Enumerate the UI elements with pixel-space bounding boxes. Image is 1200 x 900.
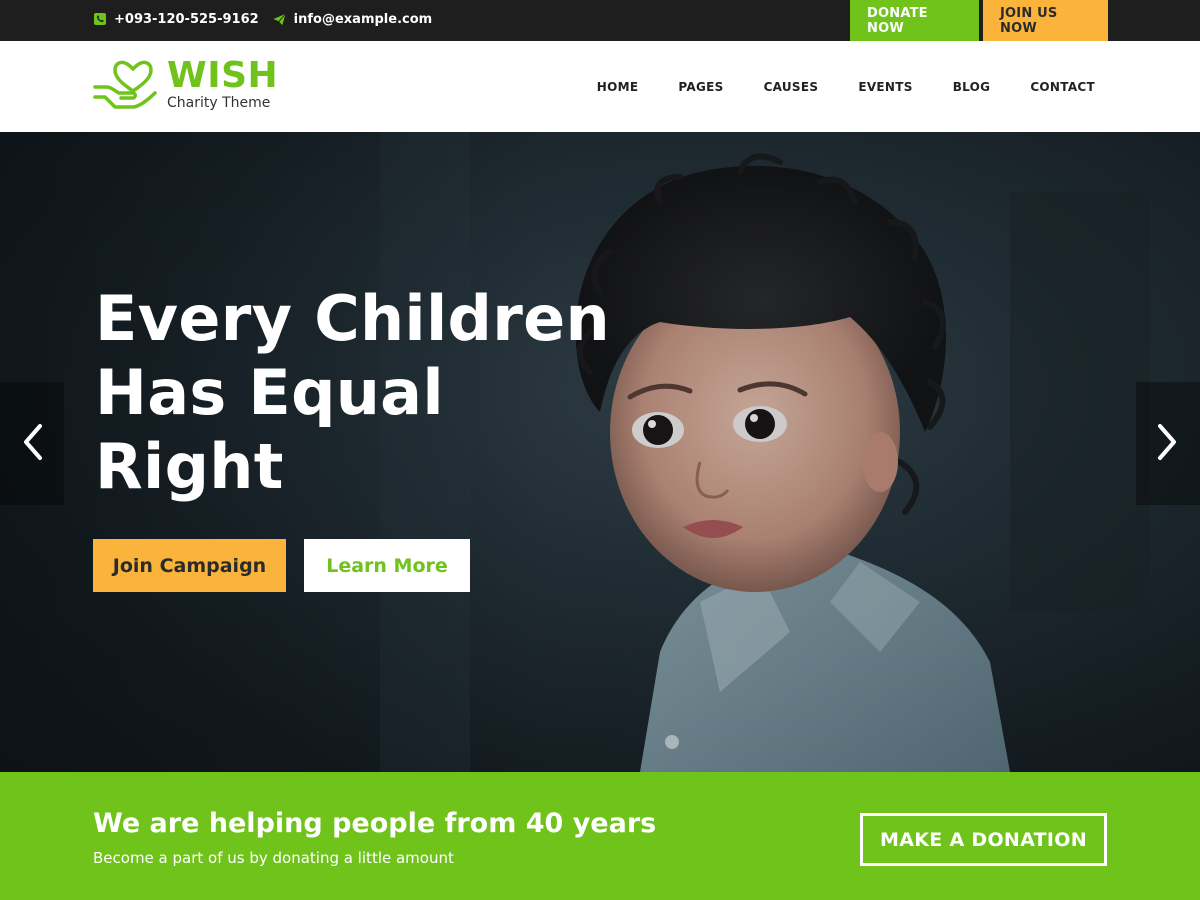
hero-cta-group: Join Campaign Learn More bbox=[93, 539, 470, 592]
email-address: info@example.com bbox=[293, 11, 433, 27]
slider-next-button[interactable] bbox=[1136, 382, 1200, 505]
logo-text: WISH Charity Theme bbox=[167, 55, 279, 112]
nav-pages[interactable]: PAGES bbox=[678, 80, 723, 94]
phone-number: +093-120-525-9162 bbox=[114, 11, 259, 27]
learn-more-button[interactable]: Learn More bbox=[304, 539, 470, 592]
site-header: WISH Charity Theme HOME PAGES CAUSES EVE… bbox=[0, 41, 1200, 132]
email-contact[interactable]: info@example.com bbox=[273, 11, 433, 27]
banner-subtitle: Become a part of us by donating a little… bbox=[93, 849, 454, 867]
chevron-right-icon bbox=[1156, 422, 1180, 466]
nav-blog[interactable]: BLOG bbox=[953, 80, 991, 94]
hero-headline: Every Children Has Equal Right bbox=[95, 282, 655, 504]
logo-tagline: Charity Theme bbox=[167, 95, 271, 111]
contact-info: +093-120-525-9162 info@example.com bbox=[93, 0, 432, 38]
nav-causes[interactable]: CAUSES bbox=[764, 80, 819, 94]
hero-slider: Every Children Has Equal Right Join Camp… bbox=[0, 132, 1200, 772]
nav-events[interactable]: EVENTS bbox=[858, 80, 912, 94]
top-actions: DONATE NOW JOIN US NOW bbox=[850, 0, 1108, 41]
nav-contact[interactable]: CONTACT bbox=[1030, 80, 1095, 94]
chevron-left-icon bbox=[20, 422, 44, 466]
banner-title: We are helping people from 40 years bbox=[93, 808, 657, 839]
headline-line-2: Has Equal bbox=[95, 356, 444, 429]
phone-contact[interactable]: +093-120-525-9162 bbox=[93, 12, 259, 27]
make-donation-button[interactable]: MAKE A DONATION bbox=[860, 813, 1107, 866]
slider-prev-button[interactable] bbox=[0, 382, 64, 505]
headline-line-1: Every Children bbox=[95, 282, 610, 355]
headline-line-3: Right bbox=[95, 430, 284, 503]
join-us-button[interactable]: JOIN US NOW bbox=[983, 0, 1108, 41]
paper-plane-icon bbox=[273, 13, 286, 26]
main-nav: HOME PAGES CAUSES EVENTS BLOG CONTACT bbox=[557, 41, 1095, 132]
donate-now-button[interactable]: DONATE NOW bbox=[850, 0, 979, 41]
donation-banner: We are helping people from 40 years Beco… bbox=[0, 772, 1200, 900]
site-logo[interactable]: WISH Charity Theme bbox=[93, 57, 278, 113]
join-campaign-button[interactable]: Join Campaign bbox=[93, 539, 286, 592]
phone-icon bbox=[93, 13, 106, 26]
heart-hand-icon bbox=[93, 57, 159, 113]
logo-name: WISH bbox=[167, 55, 279, 96]
top-bar: +093-120-525-9162 info@example.com DONAT… bbox=[0, 0, 1200, 41]
nav-home[interactable]: HOME bbox=[597, 80, 639, 94]
